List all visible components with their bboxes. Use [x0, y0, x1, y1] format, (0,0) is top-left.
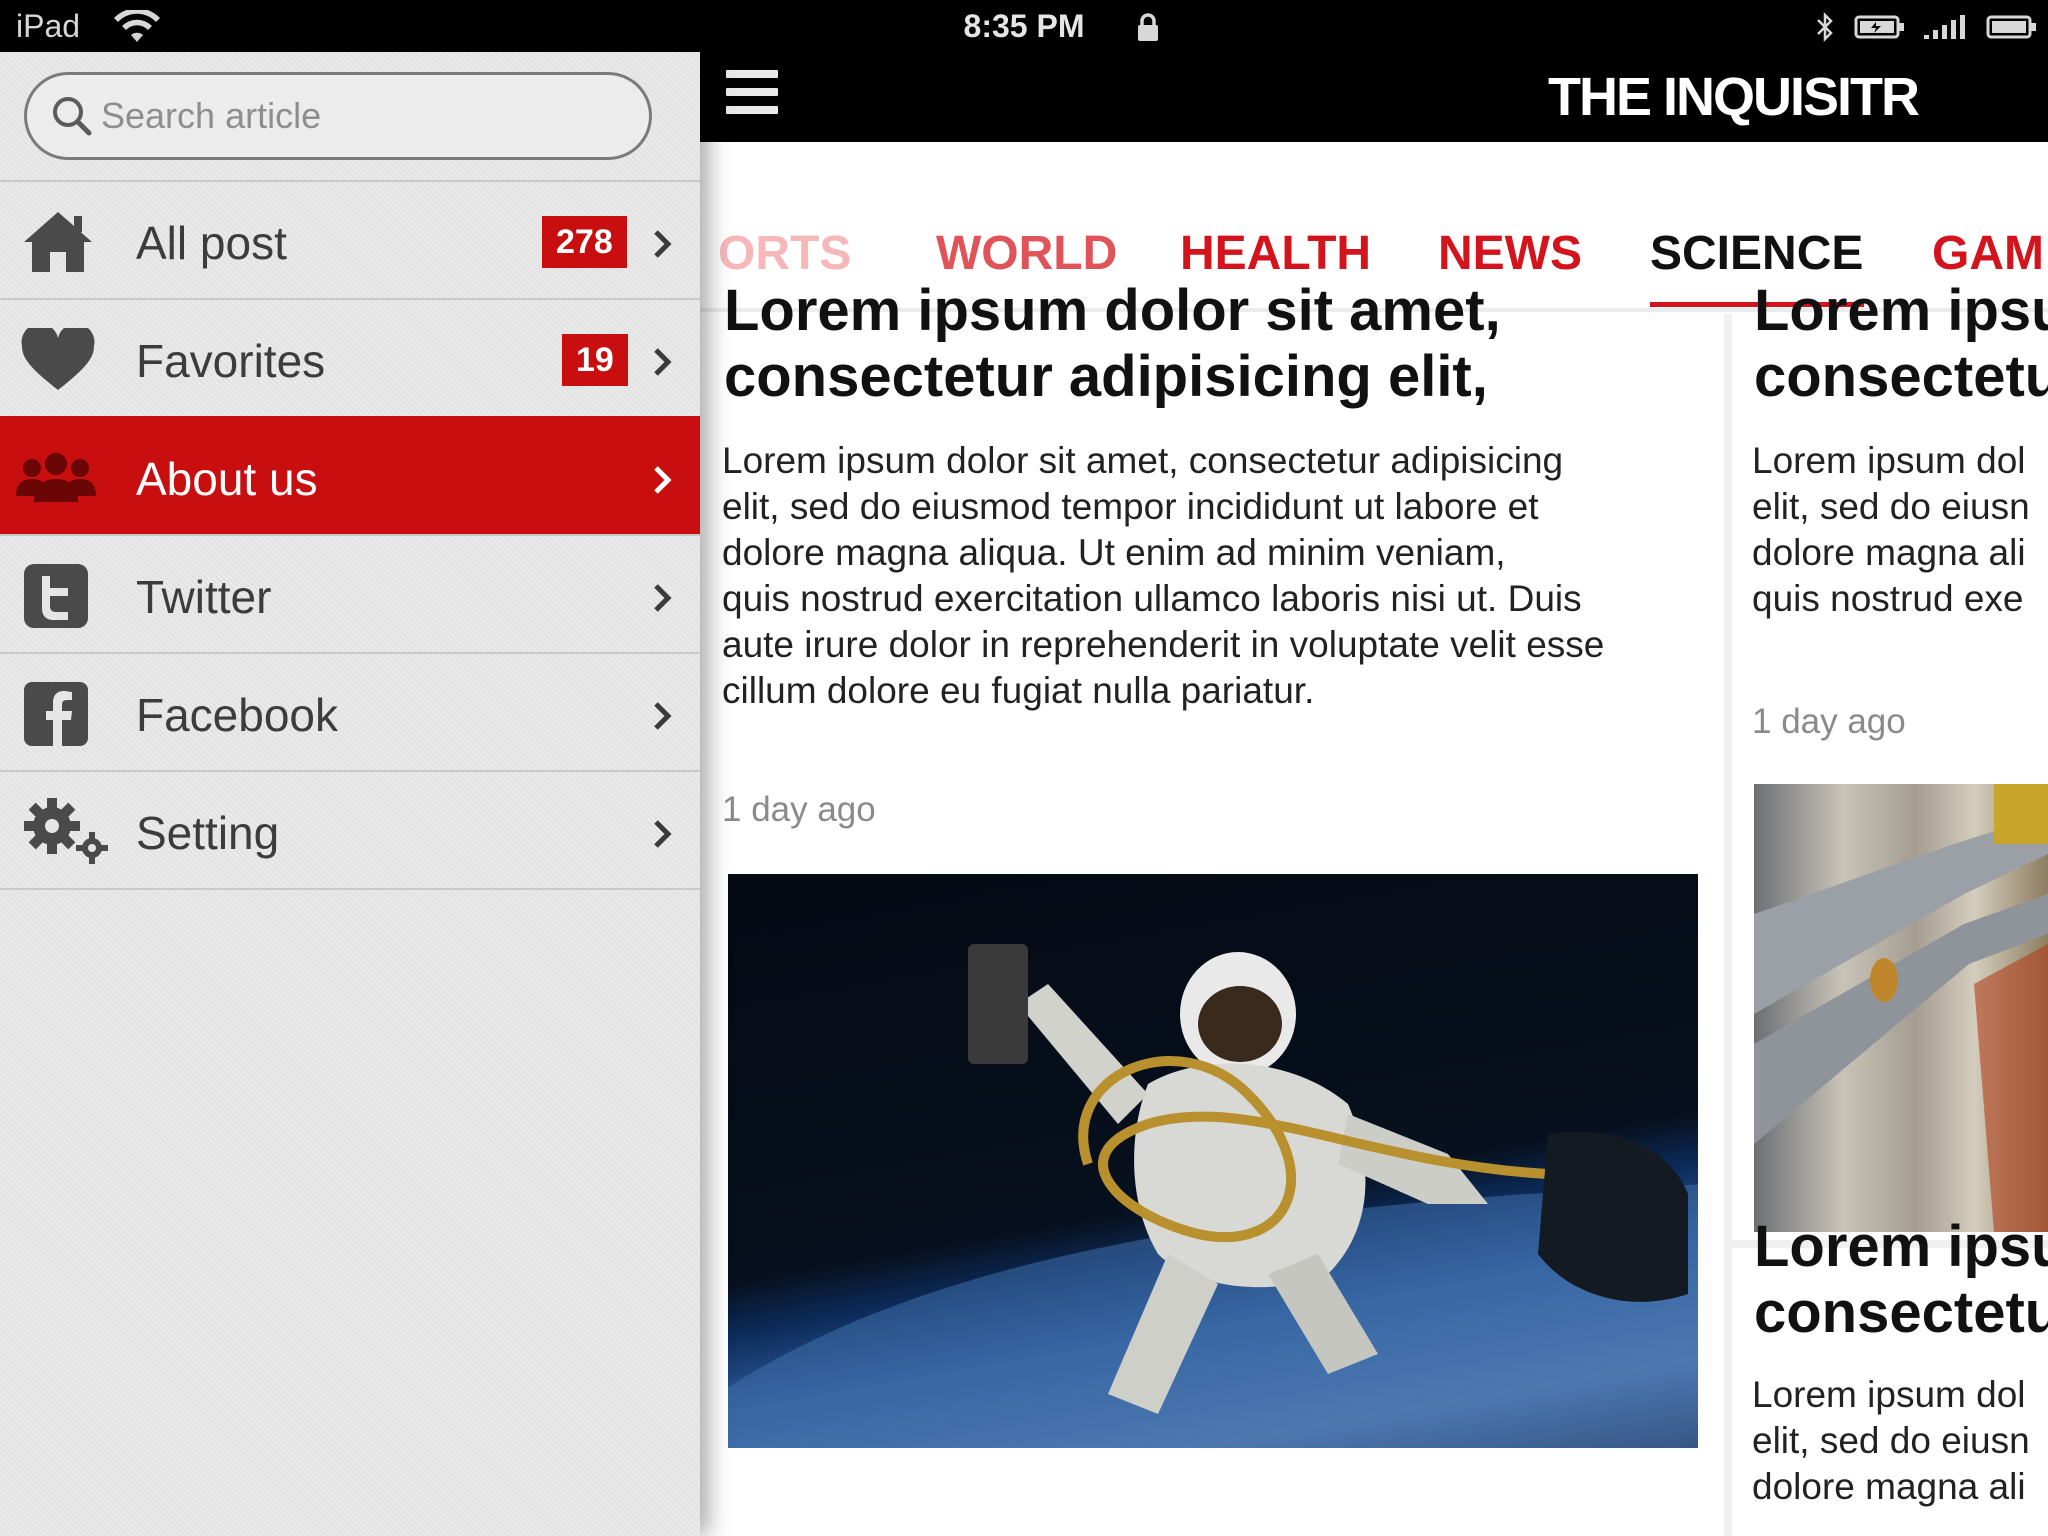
sidebar-item-label: About us: [136, 453, 318, 505]
gears-icon: [24, 798, 108, 864]
chevron-right-icon: [654, 230, 672, 258]
sidebar-item-twitter[interactable]: Twitter: [0, 534, 700, 652]
article-excerpt: Lorem ipsum dol elit, sed do eiusn dolor…: [1752, 438, 2030, 622]
logo-prefix: THE IN: [1548, 67, 1715, 127]
sidebar-nav: All post 278 Favorites 19 About us Twitt…: [0, 180, 700, 890]
sidebar-item-label: All post: [136, 217, 287, 269]
chevron-right-icon: [654, 466, 672, 494]
headline-line: consectetu: [1754, 1280, 2048, 1345]
charging-icon: [1854, 15, 1904, 39]
excerpt-line: elit, sed do eiusmod tempor incididunt u…: [722, 486, 1539, 527]
tab-games[interactable]: GAM: [1932, 226, 2044, 281]
chevron-right-icon: [654, 820, 672, 848]
hamburger-bar: [726, 70, 778, 78]
excerpt-line: Lorem ipsum dol: [1752, 1374, 2026, 1415]
excerpt-line: dolore magna aliqua. Ut enim ad minim ve…: [722, 532, 1506, 573]
article-headline: Lorem ipsu consectetu: [1754, 278, 2048, 410]
search-icon: [53, 97, 92, 136]
logo-suffix: UISITR: [1753, 67, 1920, 127]
chevron-right-icon: [654, 702, 672, 730]
headline-line: consectetu: [1754, 344, 2048, 409]
excerpt-line: elit, sed do eiusn: [1752, 1420, 2030, 1461]
tab-sports[interactable]: ORTS: [718, 226, 851, 281]
sidebar-item-setting[interactable]: Setting: [0, 770, 700, 888]
search-input[interactable]: Search article: [24, 72, 652, 160]
tab-science[interactable]: SCIENCE: [1650, 226, 1863, 281]
menu-toggle-button[interactable]: [726, 70, 778, 116]
article-image-astronaut[interactable]: [728, 874, 1698, 1448]
sidebar-item-facebook[interactable]: Facebook: [0, 652, 700, 770]
bluetooth-icon: [1817, 11, 1833, 43]
battery-icon: [1986, 15, 2036, 39]
headline-line: Lorem ipsu: [1754, 1214, 2048, 1279]
article-excerpt: Lorem ipsum dolor sit amet, consectetur …: [722, 438, 1604, 714]
excerpt-line: quis nostrud exe: [1752, 578, 2024, 619]
excerpt-line: dolore magna ali: [1752, 532, 2026, 573]
sidebar-item-label: Favorites: [136, 335, 326, 387]
count-badge: 278: [542, 216, 627, 268]
status-bar: iPad 8:35 PM: [0, 0, 2048, 52]
astronaut-illustration: [728, 944, 1698, 1448]
excerpt-line: Lorem ipsum dol: [1752, 440, 2026, 481]
sidebar-menu: Search article All post 278 Favorites 19: [0, 52, 700, 1536]
hamburger-bar: [726, 106, 778, 114]
menu-divider: [0, 888, 700, 890]
main-content: THE INQUISITR ORTS WORLD HEALTH NEWS SCI…: [700, 52, 2048, 1536]
status-indicators: [1814, 10, 2038, 44]
article-excerpt: Lorem ipsum dol elit, sed do eiusn dolor…: [1752, 1372, 2030, 1510]
article-headline: Lorem ipsum dolor sit amet, consectetur …: [724, 278, 1501, 410]
article-headline: Lorem ipsu consectetu: [1754, 1214, 2048, 1346]
signal-icon: [1924, 15, 1965, 39]
headline-line: Lorem ipsu: [1754, 278, 2048, 343]
sidebar-item-about-us[interactable]: About us: [0, 416, 700, 534]
chevron-right-icon: [654, 348, 672, 376]
tab-health[interactable]: HEALTH: [1180, 226, 1371, 281]
sidebar-item-label: Facebook: [136, 689, 339, 741]
sidebar-item-label: Twitter: [136, 571, 272, 623]
sidebar-item-all-post[interactable]: All post 278: [0, 180, 700, 298]
hamburger-bar: [726, 88, 778, 96]
people-icon: [16, 453, 96, 502]
status-time: 8:35 PM: [963, 8, 1085, 44]
app-header: THE INQUISITR: [700, 52, 2048, 142]
article-timestamp: 1 day ago: [722, 790, 876, 829]
count-badge: 19: [562, 334, 628, 386]
site-logo: THE INQUISITR: [1548, 66, 1920, 128]
logo-q: Q: [1711, 67, 1756, 127]
facebook-icon: [24, 682, 88, 746]
excerpt-line: elit, sed do eiusn: [1752, 486, 2030, 527]
chevron-right-icon: [654, 584, 672, 612]
sidebar-item-favorites[interactable]: Favorites 19: [0, 298, 700, 416]
tab-news[interactable]: NEWS: [1438, 226, 1582, 281]
excerpt-line: cillum dolore eu fugiat nulla pariatur.: [722, 670, 1315, 711]
tunnel-illustration: [1754, 784, 2048, 1232]
headline-line: Lorem ipsum dolor sit amet,: [724, 278, 1501, 343]
excerpt-line: quis nostrud exercitation ullamco labori…: [722, 578, 1582, 619]
lock-icon: [1138, 13, 1158, 41]
heart-icon: [21, 328, 95, 390]
logo-text: THE INQUISITR: [1548, 67, 1920, 127]
headline-line: consectetur adipisicing elit,: [724, 344, 1488, 409]
excerpt-line: aute irure dolor in reprehenderit in vol…: [722, 624, 1605, 665]
article-timestamp: 1 day ago: [1752, 702, 1906, 741]
home-icon: [24, 212, 92, 272]
excerpt-line: Lorem ipsum dolor sit amet, consectetur …: [722, 440, 1564, 481]
sidebar-item-label: Setting: [136, 807, 280, 859]
excerpt-line: dolore magna ali: [1752, 1466, 2026, 1507]
tab-world[interactable]: WORLD: [936, 226, 1117, 281]
twitter-icon: [24, 564, 88, 628]
column-divider: [1724, 314, 1732, 1536]
article-image-tunnel[interactable]: [1754, 784, 2048, 1232]
search-placeholder: Search article: [101, 95, 322, 136]
